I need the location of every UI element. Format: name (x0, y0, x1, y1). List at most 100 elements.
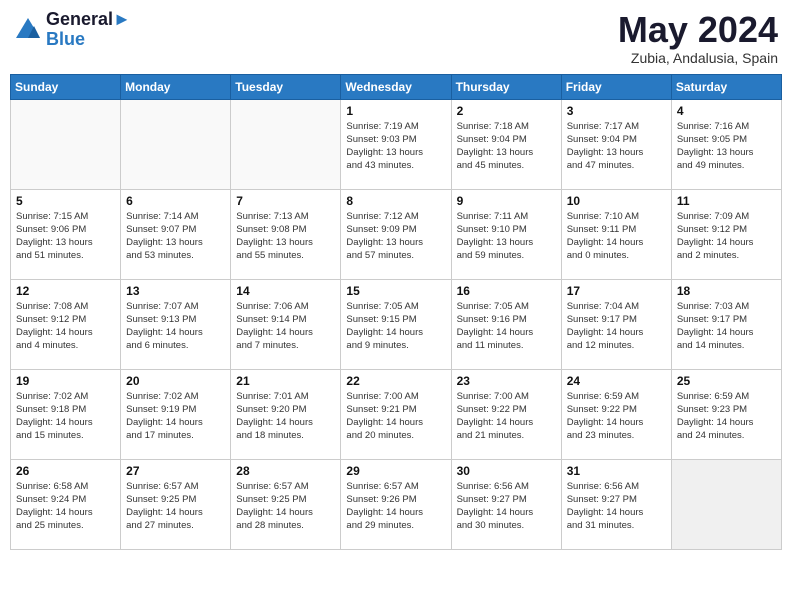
calendar-week-row: 1Sunrise: 7:19 AM Sunset: 9:03 PM Daylig… (11, 99, 782, 189)
day-info: Sunrise: 7:14 AM Sunset: 9:07 PM Dayligh… (126, 210, 225, 263)
calendar-cell: 22 Sunrise: 7:00 AM Sunset: 9:21 PM Dayli… (341, 369, 451, 459)
day-info: Sunrise: 6:58 AM Sunset: 9:24 PM Dayligh… (16, 480, 115, 533)
day-number: 15 (346, 284, 445, 298)
day-number: 11 (677, 194, 776, 208)
day-info: Sunrise: 7:03 AM Sunset: 9:17 PM Dayligh… (677, 300, 776, 353)
day-info: Sunrise: 6:56 AM Sunset: 9:27 PM Dayligh… (567, 480, 666, 533)
day-info: Sunrise: 7:05 AM Sunset: 9:16 PM Dayligh… (457, 300, 556, 353)
calendar-table: SundayMondayTuesdayWednesdayThursdayFrid… (10, 74, 782, 550)
weekday-header: Friday (561, 74, 671, 99)
day-info: Sunrise: 7:04 AM Sunset: 9:17 PM Dayligh… (567, 300, 666, 353)
calendar-cell: 27 Sunrise: 6:57 AM Sunset: 9:25 PM Dayli… (121, 459, 231, 549)
logo-icon (14, 16, 42, 44)
day-info: Sunrise: 7:15 AM Sunset: 9:06 PM Dayligh… (16, 210, 115, 263)
day-info: Sunrise: 7:06 AM Sunset: 9:14 PM Dayligh… (236, 300, 335, 353)
calendar-cell: 5 Sunrise: 7:15 AM Sunset: 9:06 PM Daylig… (11, 189, 121, 279)
day-number: 20 (126, 374, 225, 388)
calendar-cell: 20 Sunrise: 7:02 AM Sunset: 9:19 PM Dayli… (121, 369, 231, 459)
calendar-cell: 4Sunrise: 7:16 AM Sunset: 9:05 PM Daylig… (671, 99, 781, 189)
calendar-cell: 21 Sunrise: 7:01 AM Sunset: 9:20 PM Dayli… (231, 369, 341, 459)
day-number: 18 (677, 284, 776, 298)
calendar-cell: 30 Sunrise: 6:56 AM Sunset: 9:27 PM Dayli… (451, 459, 561, 549)
calendar-cell: 1Sunrise: 7:19 AM Sunset: 9:03 PM Daylig… (341, 99, 451, 189)
day-number: 9 (457, 194, 556, 208)
calendar-week-row: 26 Sunrise: 6:58 AM Sunset: 9:24 PM Dayli… (11, 459, 782, 549)
day-number: 27 (126, 464, 225, 478)
calendar-cell: 8 Sunrise: 7:12 AM Sunset: 9:09 PM Daylig… (341, 189, 451, 279)
calendar-cell: 15 Sunrise: 7:05 AM Sunset: 9:15 PM Dayli… (341, 279, 451, 369)
day-number: 23 (457, 374, 556, 388)
location: Zubia, Andalusia, Spain (618, 50, 778, 66)
weekday-header: Monday (121, 74, 231, 99)
day-info: Sunrise: 7:00 AM Sunset: 9:22 PM Dayligh… (457, 390, 556, 443)
logo: General► Blue (14, 10, 131, 50)
calendar-cell: 2Sunrise: 7:18 AM Sunset: 9:04 PM Daylig… (451, 99, 561, 189)
day-number: 31 (567, 464, 666, 478)
day-number: 25 (677, 374, 776, 388)
calendar-cell: 13 Sunrise: 7:07 AM Sunset: 9:13 PM Dayli… (121, 279, 231, 369)
calendar-body: 1Sunrise: 7:19 AM Sunset: 9:03 PM Daylig… (11, 99, 782, 549)
day-number: 16 (457, 284, 556, 298)
day-info: Sunrise: 6:59 AM Sunset: 9:22 PM Dayligh… (567, 390, 666, 443)
day-number: 3 (567, 104, 666, 118)
weekday-header: Thursday (451, 74, 561, 99)
day-number: 12 (16, 284, 115, 298)
day-info: Sunrise: 7:00 AM Sunset: 9:21 PM Dayligh… (346, 390, 445, 443)
day-info: Sunrise: 7:12 AM Sunset: 9:09 PM Dayligh… (346, 210, 445, 263)
day-info: Sunrise: 6:57 AM Sunset: 9:25 PM Dayligh… (126, 480, 225, 533)
calendar-cell: 16 Sunrise: 7:05 AM Sunset: 9:16 PM Dayli… (451, 279, 561, 369)
day-info: Sunrise: 6:57 AM Sunset: 9:25 PM Dayligh… (236, 480, 335, 533)
day-info: Sunrise: 6:56 AM Sunset: 9:27 PM Dayligh… (457, 480, 556, 533)
calendar-cell: 14 Sunrise: 7:06 AM Sunset: 9:14 PM Dayli… (231, 279, 341, 369)
logo-text: General► Blue (46, 10, 131, 50)
calendar-cell: 17 Sunrise: 7:04 AM Sunset: 9:17 PM Dayli… (561, 279, 671, 369)
day-number: 17 (567, 284, 666, 298)
day-info: Sunrise: 7:02 AM Sunset: 9:18 PM Dayligh… (16, 390, 115, 443)
day-number: 29 (346, 464, 445, 478)
calendar-week-row: 12 Sunrise: 7:08 AM Sunset: 9:12 PM Dayli… (11, 279, 782, 369)
calendar-cell: 9 Sunrise: 7:11 AM Sunset: 9:10 PM Daylig… (451, 189, 561, 279)
calendar-cell: 10 Sunrise: 7:10 AM Sunset: 9:11 PM Dayli… (561, 189, 671, 279)
day-number: 13 (126, 284, 225, 298)
calendar-cell (231, 99, 341, 189)
calendar-week-row: 19 Sunrise: 7:02 AM Sunset: 9:18 PM Dayli… (11, 369, 782, 459)
calendar-cell: 12 Sunrise: 7:08 AM Sunset: 9:12 PM Dayli… (11, 279, 121, 369)
day-info: Sunrise: 7:10 AM Sunset: 9:11 PM Dayligh… (567, 210, 666, 263)
day-number: 22 (346, 374, 445, 388)
day-number: 8 (346, 194, 445, 208)
weekday-header: Saturday (671, 74, 781, 99)
day-number: 28 (236, 464, 335, 478)
day-info: Sunrise: 7:01 AM Sunset: 9:20 PM Dayligh… (236, 390, 335, 443)
day-info: Sunrise: 6:59 AM Sunset: 9:23 PM Dayligh… (677, 390, 776, 443)
day-info: Sunrise: 7:02 AM Sunset: 9:19 PM Dayligh… (126, 390, 225, 443)
page-header: General► Blue May 2024 Zubia, Andalusia,… (10, 10, 782, 66)
day-number: 30 (457, 464, 556, 478)
day-info: Sunrise: 7:07 AM Sunset: 9:13 PM Dayligh… (126, 300, 225, 353)
calendar-cell: 31 Sunrise: 6:56 AM Sunset: 9:27 PM Dayli… (561, 459, 671, 549)
calendar-cell: 7Sunrise: 7:13 AM Sunset: 9:08 PM Daylig… (231, 189, 341, 279)
day-number: 26 (16, 464, 115, 478)
calendar-week-row: 5 Sunrise: 7:15 AM Sunset: 9:06 PM Daylig… (11, 189, 782, 279)
calendar-cell: 24 Sunrise: 6:59 AM Sunset: 9:22 PM Dayli… (561, 369, 671, 459)
calendar-cell: 11 Sunrise: 7:09 AM Sunset: 9:12 PM Dayli… (671, 189, 781, 279)
day-info: Sunrise: 7:18 AM Sunset: 9:04 PM Dayligh… (457, 120, 556, 173)
day-number: 21 (236, 374, 335, 388)
day-number: 10 (567, 194, 666, 208)
day-number: 24 (567, 374, 666, 388)
day-number: 4 (677, 104, 776, 118)
day-number: 14 (236, 284, 335, 298)
day-number: 19 (16, 374, 115, 388)
calendar-cell: 26 Sunrise: 6:58 AM Sunset: 9:24 PM Dayli… (11, 459, 121, 549)
month-title: May 2024 (618, 10, 778, 50)
day-info: Sunrise: 7:19 AM Sunset: 9:03 PM Dayligh… (346, 120, 445, 173)
day-info: Sunrise: 7:08 AM Sunset: 9:12 PM Dayligh… (16, 300, 115, 353)
calendar-header-row: SundayMondayTuesdayWednesdayThursdayFrid… (11, 74, 782, 99)
title-block: May 2024 Zubia, Andalusia, Spain (618, 10, 778, 66)
day-number: 5 (16, 194, 115, 208)
day-info: Sunrise: 7:09 AM Sunset: 9:12 PM Dayligh… (677, 210, 776, 263)
calendar-cell: 23 Sunrise: 7:00 AM Sunset: 9:22 PM Dayli… (451, 369, 561, 459)
calendar-cell: 3Sunrise: 7:17 AM Sunset: 9:04 PM Daylig… (561, 99, 671, 189)
day-info: Sunrise: 7:05 AM Sunset: 9:15 PM Dayligh… (346, 300, 445, 353)
day-info: Sunrise: 6:57 AM Sunset: 9:26 PM Dayligh… (346, 480, 445, 533)
day-info: Sunrise: 7:11 AM Sunset: 9:10 PM Dayligh… (457, 210, 556, 263)
